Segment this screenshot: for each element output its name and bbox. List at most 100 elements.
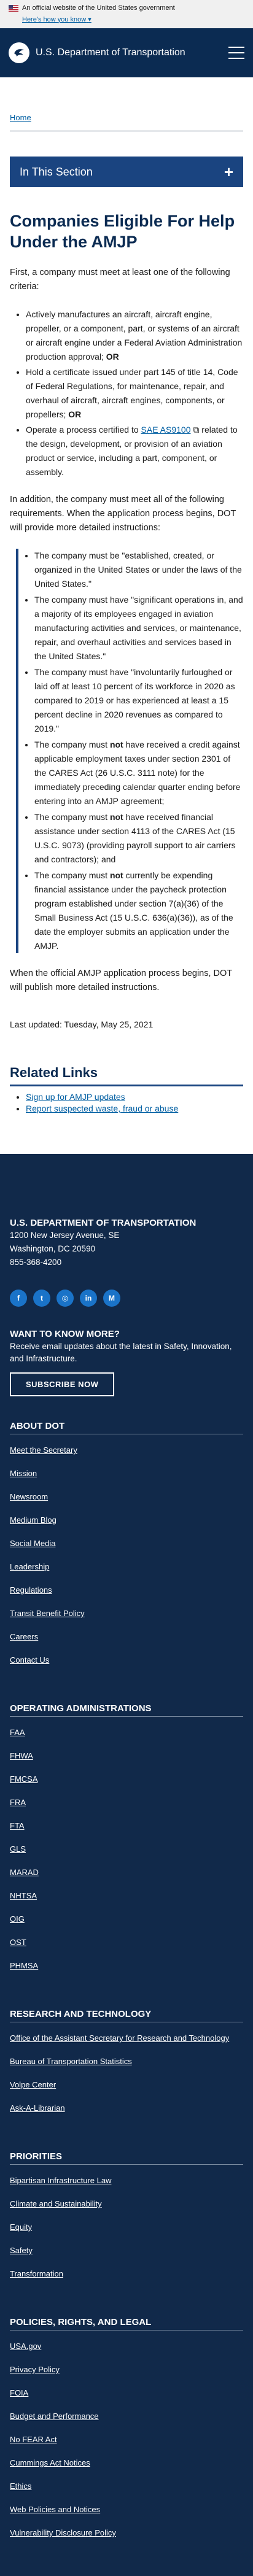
hamburger-menu-icon[interactable] xyxy=(228,47,244,59)
intro-paragraph: First, a company must meet at least one … xyxy=(10,268,230,292)
footer-link[interactable]: Regulations xyxy=(10,1585,52,1595)
footer-link[interactable]: GLS xyxy=(10,1844,26,1854)
footer-link[interactable]: PHMSA xyxy=(10,1961,38,1970)
footer-link[interactable]: Cummings Act Notices xyxy=(10,2458,90,2467)
footer-link[interactable]: Budget and Performance xyxy=(10,2412,99,2421)
footer-section-title: About DOT xyxy=(10,1421,65,1431)
footer-link[interactable]: Transit Benefit Policy xyxy=(10,1609,85,1618)
twitter-icon[interactable]: t xyxy=(33,1290,50,1307)
footer-link-item: FMCSA xyxy=(10,1774,243,1798)
criteria-text: Operate a process certified to xyxy=(26,425,141,435)
footer-link[interactable]: Social Media xyxy=(10,1539,55,1548)
footer-section: Operating Administrations FAA FHWA FMCSA FRA… xyxy=(10,1703,243,1984)
footer-link[interactable]: FOIA xyxy=(10,2388,28,2397)
footer-link[interactable]: OST xyxy=(10,1938,26,1947)
instagram-icon[interactable]: ◎ xyxy=(56,1290,74,1307)
footer-link[interactable]: NHTSA xyxy=(10,1891,37,1900)
footer-link[interactable]: FRA xyxy=(10,1798,26,1807)
footer-link[interactable]: Mission xyxy=(10,1469,37,1478)
footer-link-item: MARAD xyxy=(10,1868,243,1891)
footer-link[interactable]: Ask-A-Librarian xyxy=(10,2103,65,2113)
footer-section: Policies, Rights, and Legal USA.gov Privac… xyxy=(10,2317,243,2551)
in-this-section-toggle[interactable]: In This Section + xyxy=(10,157,243,187)
footer-link-item: Web Policies and Notices xyxy=(10,2505,243,2528)
footer-link-item: FTA xyxy=(10,1821,243,1844)
footer-link[interactable]: Transformation xyxy=(10,2269,63,2278)
requirement-item: The company must not have received finan… xyxy=(34,810,243,867)
related-link[interactable]: Report suspected waste, fraud or abuse xyxy=(26,1104,178,1113)
footer-link-item: Transformation xyxy=(10,2269,243,2292)
footer-section-title: Priorities xyxy=(10,2151,63,2162)
criteria-item: Hold a certificate issued under part 145… xyxy=(26,365,243,422)
footer-link[interactable]: Medium Blog xyxy=(10,1515,56,1525)
footer-link-item: FRA xyxy=(10,1798,243,1821)
criteria-or: OR xyxy=(68,409,82,419)
footer-section-title: Operating Administrations xyxy=(10,1703,152,1714)
footer-link-item: Ethics xyxy=(10,2481,243,2505)
footer-link-item: Volpe Center xyxy=(10,2080,243,2103)
footer-link-item: Social Media xyxy=(10,1539,243,1562)
footer-link[interactable]: Contact Us xyxy=(10,1655,49,1665)
footer-link-item: GLS xyxy=(10,1844,243,1868)
footer-link[interactable]: FHWA xyxy=(10,1751,33,1760)
footer-link[interactable]: Office of the Assistant Secretary for Re… xyxy=(10,2033,229,2043)
footer-link[interactable]: MARAD xyxy=(10,1868,39,1877)
footer-link[interactable]: OIG xyxy=(10,1914,25,1924)
footer-link[interactable]: Equity xyxy=(10,2222,32,2232)
footer-link[interactable]: Volpe Center xyxy=(10,2080,56,2089)
requirement-text: The company must have "involuntarily fur… xyxy=(34,667,235,733)
requirement-item: The company must have "involuntarily fur… xyxy=(34,665,243,736)
footer-link-item: Contact Us xyxy=(10,1655,243,1679)
footer-link-item: Privacy Policy xyxy=(10,2365,243,2388)
footer-link[interactable]: FTA xyxy=(10,1821,25,1830)
requirement-text: The company must xyxy=(34,870,110,880)
requirement-text: currently be expending financial assista… xyxy=(34,870,233,951)
footer-link[interactable]: Safety xyxy=(10,2246,33,2255)
footer-link[interactable]: FMCSA xyxy=(10,1774,38,1784)
medium-icon[interactable]: M xyxy=(103,1290,120,1307)
footer-link[interactable]: Leadership xyxy=(10,1562,49,1571)
criteria-item: Actively manufactures an aircraft, aircr… xyxy=(26,307,243,364)
footer-link[interactable]: Web Policies and Notices xyxy=(10,2505,100,2514)
footer-link[interactable]: Bureau of Transportation Statistics xyxy=(10,2057,132,2066)
us-flag-icon xyxy=(9,4,18,12)
footer-address-line-1: 1200 New Jersey Avenue, SE xyxy=(10,1231,120,1240)
heres-how-you-know-link[interactable]: Here's how you know ▾ xyxy=(22,15,91,23)
footer-link[interactable]: Careers xyxy=(10,1632,38,1641)
footer-link[interactable]: Ethics xyxy=(10,2481,31,2491)
footer-link-list: FAA FHWA FMCSA FRA FTA GLS MARAD NHTSA OIG OST PHM… xyxy=(10,1728,243,1984)
footer-link-item: Bureau of Transportation Statistics xyxy=(10,2057,243,2080)
footer-link[interactable]: Meet the Secretary xyxy=(10,1445,77,1455)
breadcrumb-home-link[interactable]: Home xyxy=(10,113,31,122)
main-content: Companies Eligible For Help Under the AM… xyxy=(0,211,253,1029)
requirement-text: have received a credit against applicabl… xyxy=(34,740,241,806)
sae-as9100-link[interactable]: SAE AS9100 xyxy=(141,425,191,435)
footer-link[interactable]: Climate and Sustainability xyxy=(10,2199,102,2208)
footer-link-item: Safety xyxy=(10,2246,243,2269)
criteria-text: Hold a certificate issued under part 145… xyxy=(26,367,238,419)
footer-link-item: Mission xyxy=(10,1469,243,1492)
footer-link[interactable]: Newsroom xyxy=(10,1492,48,1501)
dot-eagle-logo-icon[interactable] xyxy=(9,42,29,63)
footer-link[interactable]: Bipartisan Infrastructure Law xyxy=(10,2176,111,2185)
footer-link-item: OIG xyxy=(10,1914,243,1938)
footer-link[interactable]: Privacy Policy xyxy=(10,2365,60,2374)
footer-link[interactable]: Vulnerability Disclosure Policy xyxy=(10,2528,116,2537)
footer-link-item: Meet the Secretary xyxy=(10,1445,243,1469)
last-updated: Last updated: Tuesday, May 25, 2021 xyxy=(10,1019,154,1029)
footer-link-item: Office of the Assistant Secretary for Re… xyxy=(10,2033,243,2057)
footer-section-divider xyxy=(10,2164,243,2165)
footer-link[interactable]: USA.gov xyxy=(10,2342,41,2351)
facebook-icon[interactable]: f xyxy=(10,1290,27,1307)
external-link-icon: ⧉ xyxy=(190,425,200,435)
requirement-not: not xyxy=(109,740,123,749)
requirement-not: not xyxy=(109,870,123,880)
footer-link[interactable]: FAA xyxy=(10,1728,25,1737)
related-link[interactable]: Sign up for AMJP updates xyxy=(26,1092,125,1102)
linkedin-icon[interactable]: in xyxy=(80,1290,97,1307)
footer-link[interactable]: No FEAR Act xyxy=(10,2435,57,2444)
subscribe-button[interactable]: Subscribe Now xyxy=(10,1372,115,1396)
footer-link-item: NHTSA xyxy=(10,1891,243,1914)
requirement-item: The company must not currently be expend… xyxy=(34,868,243,953)
site-name[interactable]: U.S. Department of Transportation xyxy=(36,47,228,58)
